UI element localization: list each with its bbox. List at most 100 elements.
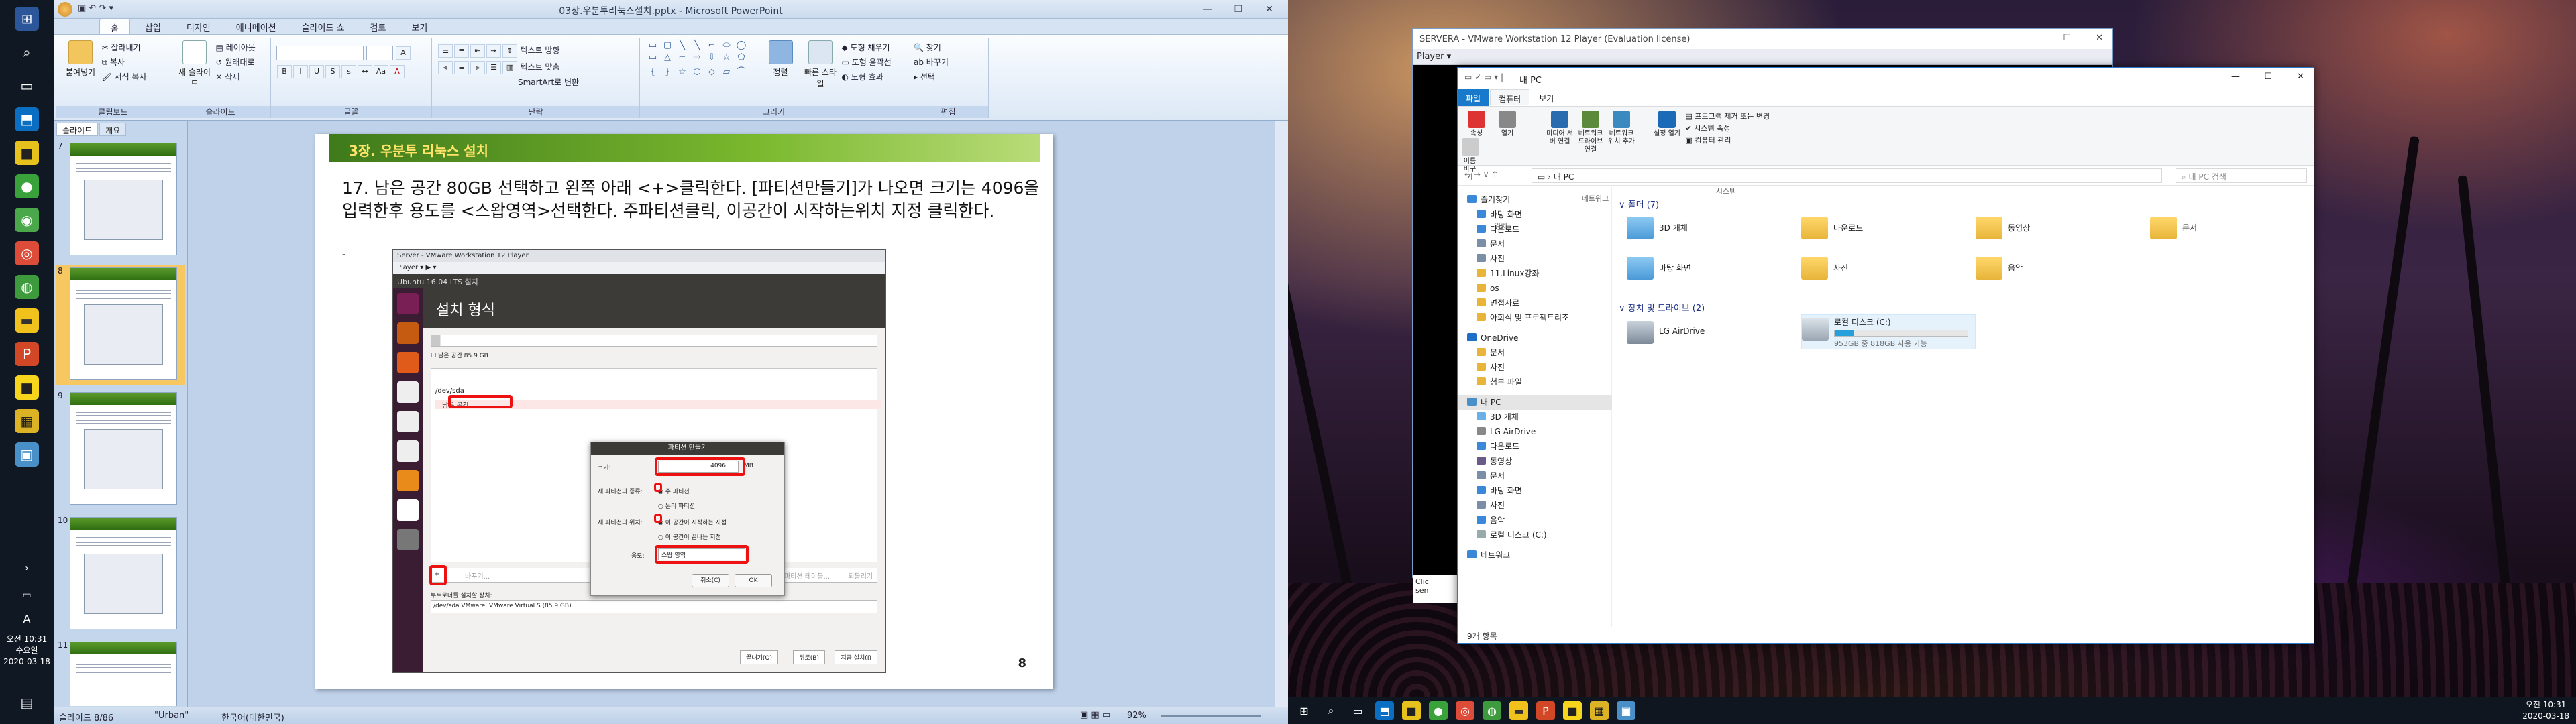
app2-icon[interactable]: ◍	[15, 275, 39, 299]
nav-item[interactable]: os	[1458, 281, 1612, 296]
align-left-icon[interactable]: ⫷	[438, 61, 453, 74]
line-spacing-icon[interactable]: ↕	[502, 44, 517, 58]
dialog-cancel-button[interactable]: 취소(C)	[692, 574, 729, 587]
tab-file[interactable]: 파일	[1458, 89, 1489, 106]
tab-view[interactable]: 보기	[400, 19, 438, 34]
reset-button[interactable]: ↺ 원래대로	[216, 55, 256, 70]
search-icon[interactable]: ⌕	[1322, 701, 1340, 720]
slide-thumbnail[interactable]: 7	[56, 140, 185, 261]
properties-button[interactable]: 속성	[1462, 111, 1491, 138]
nav-network[interactable]: 네트워크	[1458, 548, 1612, 562]
nav-item[interactable]: 동영상	[1458, 454, 1612, 469]
quick-styles-button[interactable]: 빠른 스타일	[802, 40, 839, 89]
nav-item[interactable]: LG AirDrive	[1458, 424, 1612, 439]
font-name-combo[interactable]	[276, 46, 364, 60]
nav-item[interactable]: 사진	[1458, 360, 1612, 375]
indent-icon[interactable]: ⇥	[486, 44, 501, 58]
layout-button[interactable]: ▤ 레이아웃	[216, 40, 256, 55]
slide-thumbnail[interactable]: 11	[56, 639, 185, 706]
minimize-icon[interactable]: —	[2231, 72, 2240, 82]
vertical-scrollbar[interactable]	[1275, 121, 1288, 707]
nav-this-pc[interactable]: 내 PC	[1458, 395, 1612, 410]
task-view-icon[interactable]: ▭	[15, 74, 39, 98]
folder-item[interactable]: 3D 개체	[1627, 214, 1774, 251]
task-view-icon[interactable]: ▭	[1348, 701, 1367, 720]
close-icon[interactable]: ✕	[1256, 2, 1283, 17]
chevron-up-icon[interactable]: ›	[15, 556, 39, 581]
nav-item[interactable]: 아회식 및 프로젝트리조	[1458, 310, 1612, 325]
zoom-level[interactable]: 92%	[1127, 711, 1146, 721]
copy-button[interactable]: ⧉ 복사	[102, 55, 147, 70]
store-icon[interactable]: ⬒	[1375, 701, 1394, 720]
nav-quick-access[interactable]: 즐겨찾기	[1458, 192, 1612, 207]
logical-radio[interactable]: ○ 논리 파티션	[658, 501, 695, 510]
vmware-menu[interactable]: Player ▾	[1413, 49, 2112, 65]
slide-thumbnail[interactable]: 9	[56, 389, 185, 510]
app3-icon[interactable]: ▦	[1590, 701, 1609, 720]
spacing-icon[interactable]: ↔	[358, 65, 372, 78]
align-right-icon[interactable]: ⫸	[470, 61, 485, 74]
italic-icon[interactable]: I	[293, 65, 308, 78]
shape-effects-button[interactable]: ◐ 도형 효과	[842, 70, 892, 84]
uninstall-button[interactable]: ▤ 프로그램 제거 또는 변경	[1686, 111, 1770, 123]
search-icon[interactable]: ⌕	[15, 40, 39, 64]
quit-button[interactable]: 끝내기(Q)	[740, 650, 778, 664]
nav-item[interactable]: 다운로드	[1458, 222, 1612, 237]
minimize-icon[interactable]: —	[2030, 33, 2039, 43]
shapes-gallery[interactable]: ▭ ▢ ╲ ╲ ⌐ ⬭ ◯ ▭ △ ⌐ ⇨ ⇩ ☆ ⬠ {} ☆ ⬡ ◇ ▱ ⌒	[645, 40, 759, 79]
tab-insert[interactable]: 삽입	[134, 19, 172, 34]
nav-item[interactable]: 문서	[1458, 237, 1612, 251]
kakaotalk-icon[interactable]: ■	[15, 375, 39, 400]
nav-item[interactable]: 문서	[1458, 345, 1612, 360]
map-drive-button[interactable]: 네트워크 드라이브 연결	[1576, 111, 1605, 154]
justify-icon[interactable]: ☰	[486, 61, 501, 74]
slide-thumbnail-selected[interactable]: 8	[56, 265, 185, 385]
nav-item[interactable]: 문서	[1458, 469, 1612, 483]
folders-section-header[interactable]: ∨ 폴더 (7)	[1619, 198, 1659, 210]
tab-computer[interactable]: 컴퓨터	[1490, 89, 1530, 106]
nav-item[interactable]: 다운로드	[1458, 439, 1612, 454]
select-button[interactable]: ▸ 선택	[914, 70, 983, 84]
dialog-ok-button[interactable]: OK	[735, 574, 772, 587]
drives-section-header[interactable]: ∨ 장치 및 드라이브 (2)	[1619, 301, 1705, 314]
chrome-icon[interactable]: ◎	[15, 241, 39, 265]
bootloader-select[interactable]: /dev/sda VMware, VMware Virtual S (85.9 …	[431, 600, 877, 613]
store-icon[interactable]: ⬒	[15, 107, 39, 131]
columns-icon[interactable]: ▥	[502, 61, 517, 74]
align-text-button[interactable]: 텍스트 맞춤	[521, 62, 560, 72]
ime-indicator[interactable]: A	[15, 607, 39, 631]
strike-icon[interactable]: S	[325, 65, 340, 78]
align-center-icon[interactable]: ≡	[454, 61, 469, 74]
quick-access-toolbar[interactable]: ▭ ✓ ▭ ▾ |	[1464, 72, 1503, 82]
maximize-icon[interactable]: ❐	[1225, 2, 1252, 17]
system-props-button[interactable]: ✔ 시스템 속성	[1686, 123, 1770, 135]
sticky-icon[interactable]: ■	[15, 141, 39, 165]
notification-icon[interactable]: ▤	[15, 690, 39, 715]
add-location-button[interactable]: 네트워크 위치 추가	[1607, 111, 1636, 146]
current-slide[interactable]: 3장. 우분투 리눅스 설치 17. 남은 공간 80GB 선택하고 왼쪽 아래…	[315, 134, 1053, 689]
folder-item[interactable]: 문서	[2150, 214, 2298, 251]
cut-button[interactable]: ✂ 잘라내기	[102, 40, 147, 55]
tab-slides[interactable]: 슬라이드	[56, 123, 99, 136]
shadow-icon[interactable]: s	[341, 65, 356, 78]
manage-button[interactable]: ▣ 컴퓨터 관리	[1686, 135, 1770, 147]
numbering-icon[interactable]: ≡	[454, 44, 469, 58]
tab-slideshow[interactable]: 슬라이드 쇼	[291, 19, 356, 34]
bullets-icon[interactable]: ☰	[438, 44, 453, 58]
find-button[interactable]: 🔍 찾기	[914, 40, 983, 55]
nav-item[interactable]: 면접자료	[1458, 296, 1612, 310]
case-icon[interactable]: Aa	[374, 65, 388, 78]
font-size-combo[interactable]	[366, 46, 393, 60]
chat-icon[interactable]: ●	[15, 174, 39, 198]
sticky-icon[interactable]: ■	[1402, 701, 1421, 720]
change-button[interactable]: 바꾸기...	[465, 570, 490, 581]
location-end-radio[interactable]: ○ 이 공간이 끝나는 지점	[658, 532, 721, 541]
bold-icon[interactable]: B	[277, 65, 292, 78]
nav-item[interactable]: 바탕 화면	[1458, 483, 1612, 498]
nav-item[interactable]: 사진	[1458, 498, 1612, 513]
start-icon[interactable]: ⊞	[15, 7, 39, 31]
revert-button[interactable]: 되돌리기	[848, 570, 873, 581]
close-icon[interactable]: ✕	[2297, 72, 2304, 82]
replace-button[interactable]: ab 바꾸기	[914, 55, 983, 70]
app-icon[interactable]: ◍	[1483, 701, 1501, 720]
